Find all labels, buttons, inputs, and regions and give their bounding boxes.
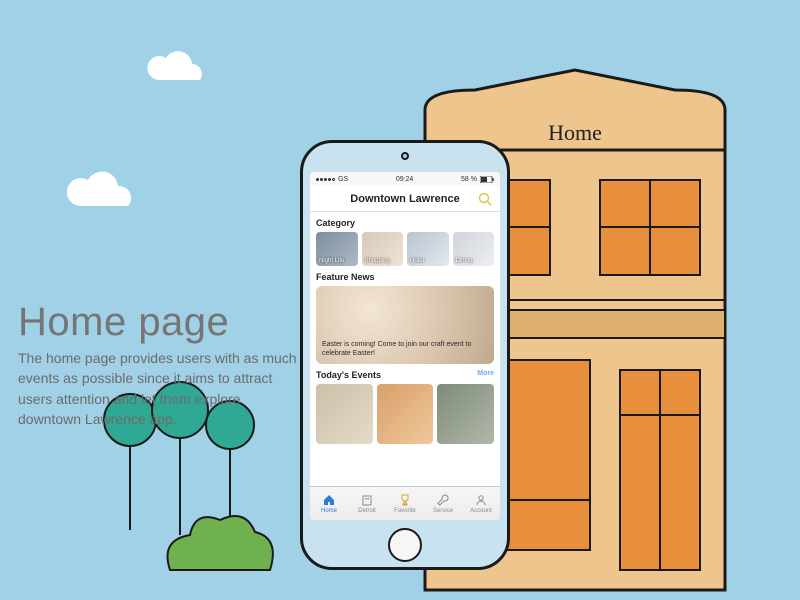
event-tile[interactable]	[316, 384, 373, 444]
page-description: The home page provides users with as muc…	[18, 348, 303, 429]
person-icon	[474, 493, 488, 507]
feature-caption: Easter is coming! Come to join our craft…	[322, 341, 488, 358]
category-row: Night Life Shopping Hotel Dining	[316, 232, 494, 266]
section-title-feature: Feature News	[316, 272, 494, 282]
status-bar: GS 09:24 58 %	[310, 172, 500, 186]
status-time: 09:24	[396, 176, 414, 183]
tab-home[interactable]: Home	[310, 487, 348, 520]
category-tile[interactable]: Night Life	[316, 232, 358, 266]
search-button[interactable]	[476, 190, 494, 208]
phone-speaker-icon	[401, 152, 409, 160]
phone-home-button[interactable]	[388, 528, 422, 562]
trophy-icon	[398, 493, 412, 507]
tab-account[interactable]: Account	[462, 487, 500, 520]
signal-dots-icon	[316, 178, 335, 181]
event-tile[interactable]	[377, 384, 434, 444]
more-link[interactable]: More	[477, 370, 494, 377]
phone-mockup: GS 09:24 58 % Downtown Lawrence Category	[300, 140, 510, 570]
section-title-category: Category	[316, 218, 494, 228]
wrench-icon	[436, 493, 450, 507]
app-navbar: Downtown Lawrence	[310, 186, 500, 212]
page-title: Home page	[18, 300, 229, 345]
building-icon	[360, 493, 374, 507]
presentation-slide: Home Home page The home page provides us…	[0, 0, 800, 600]
battery-pct: 58 %	[461, 176, 477, 183]
battery-icon	[480, 176, 494, 183]
category-tile[interactable]: Dining	[453, 232, 495, 266]
tab-bar: Home Detroit Favorite Service Account	[310, 486, 500, 520]
section-title-events: Today's Events More	[316, 370, 494, 380]
events-row	[316, 384, 494, 444]
shrub-illustration	[160, 510, 280, 585]
category-tile[interactable]: Hotel	[407, 232, 449, 266]
carrier-label: GS	[338, 176, 348, 183]
tab-detroit[interactable]: Detroit	[348, 487, 386, 520]
app-title: Downtown Lawrence	[350, 193, 459, 205]
tab-favorite[interactable]: Favorite	[386, 487, 424, 520]
category-tile[interactable]: Shopping	[362, 232, 404, 266]
tab-service[interactable]: Service	[424, 487, 462, 520]
feature-news-card[interactable]: Easter is coming! Come to join our craft…	[316, 286, 494, 364]
search-icon	[477, 191, 493, 207]
event-tile[interactable]	[437, 384, 494, 444]
app-content: Category Night Life Shopping Hotel Dinin…	[310, 212, 500, 486]
home-icon	[322, 493, 336, 507]
cloud-icon	[140, 50, 210, 90]
phone-screen: GS 09:24 58 % Downtown Lawrence Category	[310, 172, 500, 520]
cloud-icon	[60, 170, 140, 216]
